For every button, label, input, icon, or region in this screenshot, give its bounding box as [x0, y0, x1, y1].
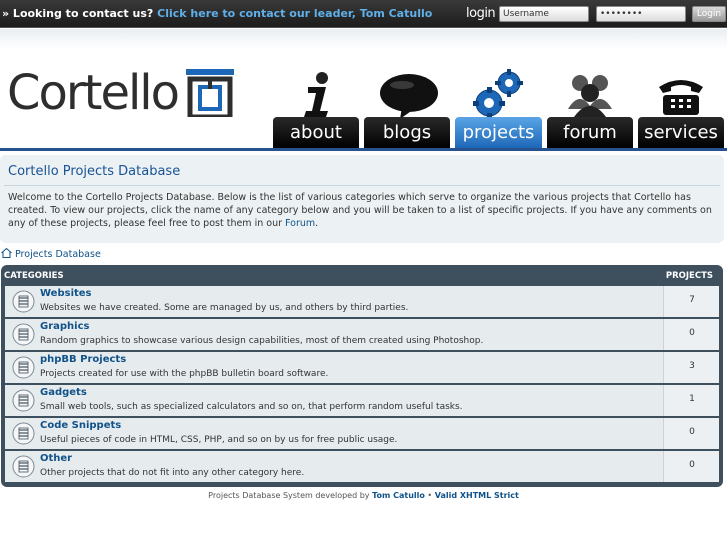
category-row-other: Other Other projects that do not fit int…	[5, 451, 719, 482]
contact-leader-link[interactable]: Click here to contact our leader, Tom Ca…	[157, 7, 432, 20]
phone-icon	[659, 80, 703, 115]
logo-mark-icon	[186, 69, 234, 117]
project-count-cell: 1	[663, 385, 719, 416]
footer-author: Tom Catullo	[372, 491, 425, 500]
category-desc: Other projects that do not fit into any …	[40, 468, 305, 478]
gears-icon	[473, 69, 523, 119]
nav-tab-forum[interactable]: forum	[547, 117, 633, 148]
nav-tab-services[interactable]: services	[638, 117, 724, 148]
project-count-cell: 0	[663, 319, 719, 350]
projects-header: PROJECTS	[665, 271, 713, 281]
forum-link[interactable]: Forum	[285, 218, 315, 229]
breadcrumb: Projects Database	[1, 248, 101, 260]
category-icon	[12, 323, 35, 346]
category-desc: Websites we have created. Some are manag…	[40, 303, 409, 313]
category-title-gadgets[interactable]: Gadgets	[40, 387, 87, 398]
login-label: login	[466, 6, 496, 21]
project-count-cell: 0	[663, 418, 719, 449]
intro-panel: Cortello Projects Database Welcome to th…	[0, 155, 724, 243]
category-title-graphics[interactable]: Graphics	[40, 321, 89, 332]
login-button[interactable]: Login	[692, 6, 726, 22]
category-desc: Random graphics to showcase various desi…	[40, 336, 484, 346]
category-icon	[12, 455, 35, 478]
project-count: 1	[689, 394, 695, 404]
project-count-cell: 0	[663, 451, 719, 482]
category-icon	[12, 290, 35, 313]
category-title-code-snippets[interactable]: Code Snippets	[40, 420, 121, 431]
category-desc: Small web tools, such as specialized cal…	[40, 402, 463, 412]
title-separator	[4, 185, 720, 186]
project-count: 3	[689, 361, 695, 371]
category-icon	[12, 356, 35, 379]
category-row-websites: Websites Websites we have created. Some …	[5, 286, 719, 317]
intro-body: Welcome to the Cortello Projects Databas…	[8, 192, 712, 229]
project-count: 0	[689, 427, 695, 437]
site-logo[interactable]: Cortello	[7, 65, 180, 121]
category-desc: Projects created for use with the phpBB …	[40, 369, 329, 379]
nav-tab-blogs[interactable]: blogs	[364, 117, 450, 148]
category-desc: Useful pieces of code in HTML, CSS, PHP,…	[40, 435, 398, 445]
category-row-graphics: Graphics Random graphics to showcase var…	[5, 319, 719, 350]
password-input[interactable]	[596, 6, 686, 22]
category-row-phpbb-projects: phpBB Projects Projects created for use …	[5, 352, 719, 383]
project-count: 0	[689, 328, 695, 338]
page-footer: Projects Database System developed by To…	[0, 491, 727, 500]
project-count-cell: 7	[663, 286, 719, 317]
breadcrumb-projects-database[interactable]: Projects Database	[15, 249, 101, 260]
category-icon	[12, 389, 35, 412]
category-row-code-snippets: Code Snippets Useful pieces of code in H…	[5, 418, 719, 449]
home-icon	[1, 248, 12, 258]
category-icon	[12, 422, 35, 445]
users-icon	[568, 75, 612, 117]
footer-separator: •	[427, 491, 433, 500]
category-title-websites[interactable]: Websites	[40, 288, 92, 299]
page-title: Cortello Projects Database	[8, 164, 181, 179]
project-count: 7	[689, 295, 695, 305]
project-count: 0	[689, 460, 695, 470]
project-count-cell: 3	[663, 352, 719, 383]
categories-header: CATEGORIES	[4, 271, 64, 281]
categories-panel: CATEGORIES PROJECTS Websites Websites we…	[1, 265, 723, 487]
nav-tab-projects[interactable]: projects	[455, 117, 542, 148]
contact-prefix: » Looking to contact us?	[2, 7, 154, 20]
nav-tab-about[interactable]: about	[273, 117, 359, 148]
category-title-other[interactable]: Other	[40, 453, 72, 464]
speech-bubble-icon	[380, 74, 438, 119]
category-title-phpbb-projects[interactable]: phpBB Projects	[40, 354, 126, 365]
valid-xhtml-link[interactable]: Valid XHTML Strict	[435, 491, 519, 500]
footer-prefix: Projects Database System developed by	[208, 491, 370, 500]
category-row-gadgets: Gadgets Small web tools, such as special…	[5, 385, 719, 416]
intro-end: .	[315, 218, 319, 229]
intro-text: Welcome to the Cortello Projects Databas…	[8, 191, 720, 230]
top-bar: » Looking to contact us? Click here to c…	[0, 0, 727, 28]
info-icon	[304, 72, 328, 117]
contact-message: » Looking to contact us? Click here to c…	[2, 7, 432, 20]
header-divider	[0, 148, 727, 151]
username-input[interactable]	[499, 6, 589, 22]
